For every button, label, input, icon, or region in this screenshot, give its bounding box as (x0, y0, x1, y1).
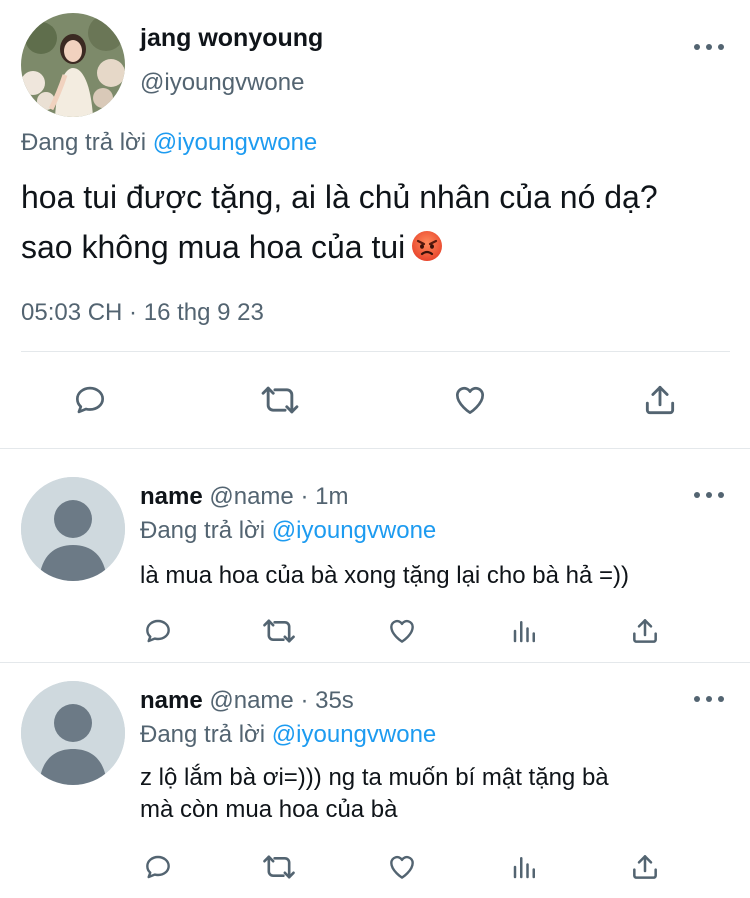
tweet-text: hoa tui được tặng, ai là chủ nhân của nó… (21, 172, 736, 272)
retweet-icon[interactable] (260, 850, 298, 884)
replying-to-label: Đang trả lời (21, 129, 147, 156)
tweet-text-line-2: sao không mua hoa của tui (21, 229, 406, 265)
reply-icon[interactable] (140, 614, 176, 648)
divider (0, 662, 750, 663)
reply-icon[interactable] (140, 850, 176, 884)
author-name[interactable]: jang wonyoung (140, 24, 323, 53)
like-icon[interactable] (384, 850, 420, 884)
tweet-text-line-1: hoa tui được tặng, ai là chủ nhân của nó… (21, 179, 658, 215)
reply-text-line-1: z lộ lắm bà ơi=))) ng ta muốn bí mật tặn… (140, 764, 609, 791)
like-icon[interactable] (384, 614, 420, 648)
more-options-icon[interactable] (694, 694, 724, 704)
reply-text-line-2: mà còn mua hoa của bà (140, 796, 398, 823)
angry-face-emoji (411, 226, 443, 261)
default-avatar[interactable] (21, 477, 125, 581)
author-handle[interactable]: @iyoungvwone (140, 69, 304, 97)
divider (21, 351, 730, 352)
retweet-icon[interactable] (258, 380, 302, 420)
divider (0, 448, 750, 449)
reply-text: z lộ lắm bà ơi=))) ng ta muốn bí mật tặn… (140, 762, 700, 826)
author-avatar[interactable] (21, 13, 125, 117)
reply-header: name @name · 35s (140, 687, 354, 715)
more-options-icon[interactable] (694, 42, 724, 52)
share-icon[interactable] (640, 380, 680, 420)
reply-icon[interactable] (70, 380, 110, 420)
replying-to: Đang trả lời @iyoungvwone (140, 721, 436, 749)
tweet-timestamp[interactable]: 05:03 CH · 16 thg 9 23 (21, 299, 264, 327)
reply-header: name @name · 1m (140, 483, 348, 511)
replying-to: Đang trả lời @iyoungvwone (21, 129, 317, 157)
analytics-icon[interactable] (509, 614, 541, 648)
default-avatar[interactable] (21, 681, 125, 785)
more-options-icon[interactable] (694, 490, 724, 500)
reply-text-line-1: là mua hoa của bà xong tặng lại cho bà h… (140, 562, 629, 589)
replying-to: Đang trả lời @iyoungvwone (140, 517, 436, 545)
reply-meta[interactable]: @name · 1m (209, 483, 348, 510)
reply-meta[interactable]: @name · 35s (209, 687, 353, 714)
replying-to-label: Đang trả lời (140, 517, 266, 544)
replying-to-label: Đang trả lời (140, 721, 266, 748)
reply-author-name[interactable]: name (140, 483, 203, 510)
replying-to-mention[interactable]: @iyoungvwone (153, 129, 317, 156)
reply-author-name[interactable]: name (140, 687, 203, 714)
retweet-icon[interactable] (260, 614, 298, 648)
reply-text: là mua hoa của bà xong tặng lại cho bà h… (140, 560, 700, 592)
share-icon[interactable] (628, 850, 662, 884)
analytics-icon[interactable] (509, 850, 541, 884)
like-icon[interactable] (449, 380, 491, 420)
replying-to-mention[interactable]: @iyoungvwone (272, 721, 436, 748)
replying-to-mention[interactable]: @iyoungvwone (272, 517, 436, 544)
share-icon[interactable] (628, 614, 662, 648)
